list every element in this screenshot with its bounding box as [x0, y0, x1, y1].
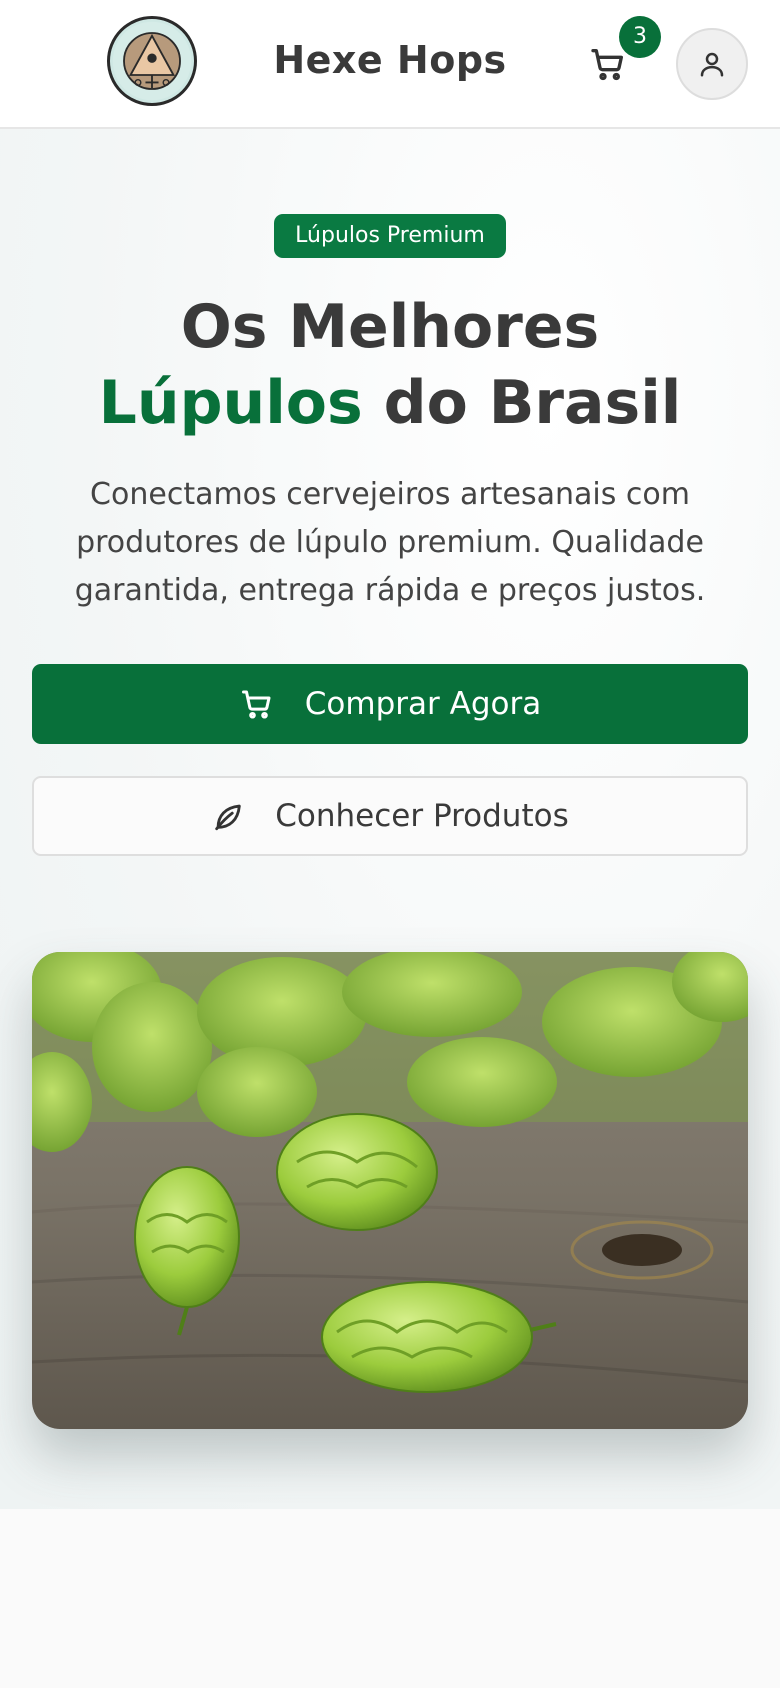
explore-products-button[interactable]: Conhecer Produtos	[32, 776, 748, 856]
logo-emblem	[112, 21, 192, 101]
user-account-button[interactable]	[676, 28, 748, 100]
hero-title: Os Melhores Lúpulos do Brasil	[0, 289, 780, 441]
hero-title-rest: do Brasil	[362, 368, 682, 438]
hops-illustration	[32, 952, 748, 1429]
hero-section: Lúpulos Premium Os Melhores Lúpulos do B…	[0, 129, 780, 1509]
cart-count-badge: 3	[619, 16, 661, 58]
user-icon	[700, 52, 724, 77]
buy-now-button[interactable]: Comprar Agora	[32, 664, 748, 744]
cart-icon	[591, 49, 623, 81]
explore-products-label: Conhecer Produtos	[275, 798, 569, 834]
app-header: Hexe Hops 3	[0, 0, 780, 129]
hero-title-accent: Lúpulos	[98, 368, 363, 438]
hero-title-line2: Lúpulos do Brasil	[0, 365, 780, 441]
cart-icon	[241, 690, 271, 719]
cart-button[interactable]	[588, 44, 628, 84]
premium-badge: Lúpulos Premium	[274, 214, 506, 258]
hero-title-line1: Os Melhores	[180, 292, 600, 362]
brand-title: Hexe Hops	[273, 38, 507, 82]
buy-now-label: Comprar Agora	[304, 686, 542, 722]
leaf-icon	[215, 804, 241, 831]
brand-logo[interactable]	[107, 16, 197, 106]
hero-description: Conectamos cervejeiros artesanais com pr…	[74, 477, 706, 608]
hops-photo	[32, 952, 748, 1429]
